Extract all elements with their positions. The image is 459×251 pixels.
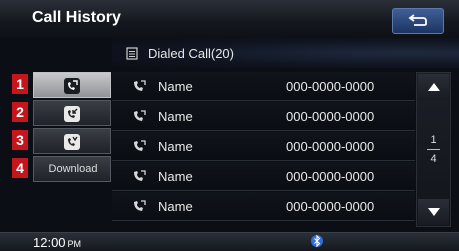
dialed-call-icon [64, 78, 80, 94]
back-button[interactable] [392, 8, 444, 34]
received-call-icon [64, 106, 80, 122]
list-item[interactable]: Name 000-0000-0000 [112, 72, 415, 101]
page-total: 4 [430, 153, 437, 165]
page-title: Call History [32, 9, 121, 26]
badge-1: 1 [12, 74, 28, 94]
contact-name: Name [158, 199, 193, 214]
call-history-screen: Call History Dialed Call(20) Download 1 … [0, 0, 459, 251]
badge-4: 4 [12, 158, 28, 178]
list-icon [126, 47, 138, 60]
list-heading: Dialed Call(20) [112, 38, 459, 68]
dialed-call-icon [134, 110, 146, 121]
header-bar: Call History [0, 0, 459, 39]
contact-number: 000-0000-0000 [286, 139, 375, 154]
download-label: Download [48, 163, 98, 175]
list-item[interactable]: Name 000-0000-0000 [112, 192, 415, 221]
contact-number: 000-0000-0000 [286, 79, 375, 94]
page-divider [427, 149, 440, 150]
clock-time: 12:00 [33, 235, 66, 250]
clock: 12:00 PM [33, 235, 81, 250]
dialed-call-icon [134, 170, 146, 181]
dialed-call-icon [134, 80, 146, 91]
bluetooth-icon [311, 234, 323, 248]
clock-ampm: PM [67, 239, 82, 249]
scroll-panel: 1 4 [416, 72, 451, 227]
back-arrow-icon [408, 14, 427, 26]
list-item[interactable]: Name 000-0000-0000 [112, 102, 415, 131]
contact-name: Name [158, 169, 193, 184]
content-area: Dialed Call(20) Download 1 2 3 4 Name 00… [0, 38, 459, 232]
tab-received-calls[interactable] [33, 100, 111, 126]
list-heading-label: Dialed Call(20) [148, 46, 234, 61]
contact-name: Name [158, 139, 193, 154]
contact-number: 000-0000-0000 [286, 109, 375, 124]
tab-dialed-calls[interactable] [33, 72, 111, 98]
triangle-down-icon [428, 208, 440, 216]
scroll-down-button[interactable] [418, 199, 449, 225]
status-bar: 12:00 PM [0, 232, 459, 251]
scroll-up-button[interactable] [418, 74, 449, 100]
list-item[interactable]: Name 000-0000-0000 [112, 162, 415, 191]
contact-number: 000-0000-0000 [286, 169, 375, 184]
contact-number: 000-0000-0000 [286, 199, 375, 214]
tab-download[interactable]: Download [33, 156, 111, 182]
triangle-up-icon [428, 83, 440, 91]
tab-missed-calls[interactable] [33, 128, 111, 154]
badge-2: 2 [12, 102, 28, 122]
badge-3: 3 [12, 130, 28, 150]
dialed-call-icon [134, 140, 146, 151]
missed-call-icon [64, 134, 80, 150]
contact-name: Name [158, 79, 193, 94]
dialed-call-icon [134, 200, 146, 211]
contact-name: Name [158, 109, 193, 124]
page-current: 1 [430, 134, 437, 146]
list-item[interactable]: Name 000-0000-0000 [112, 132, 415, 161]
